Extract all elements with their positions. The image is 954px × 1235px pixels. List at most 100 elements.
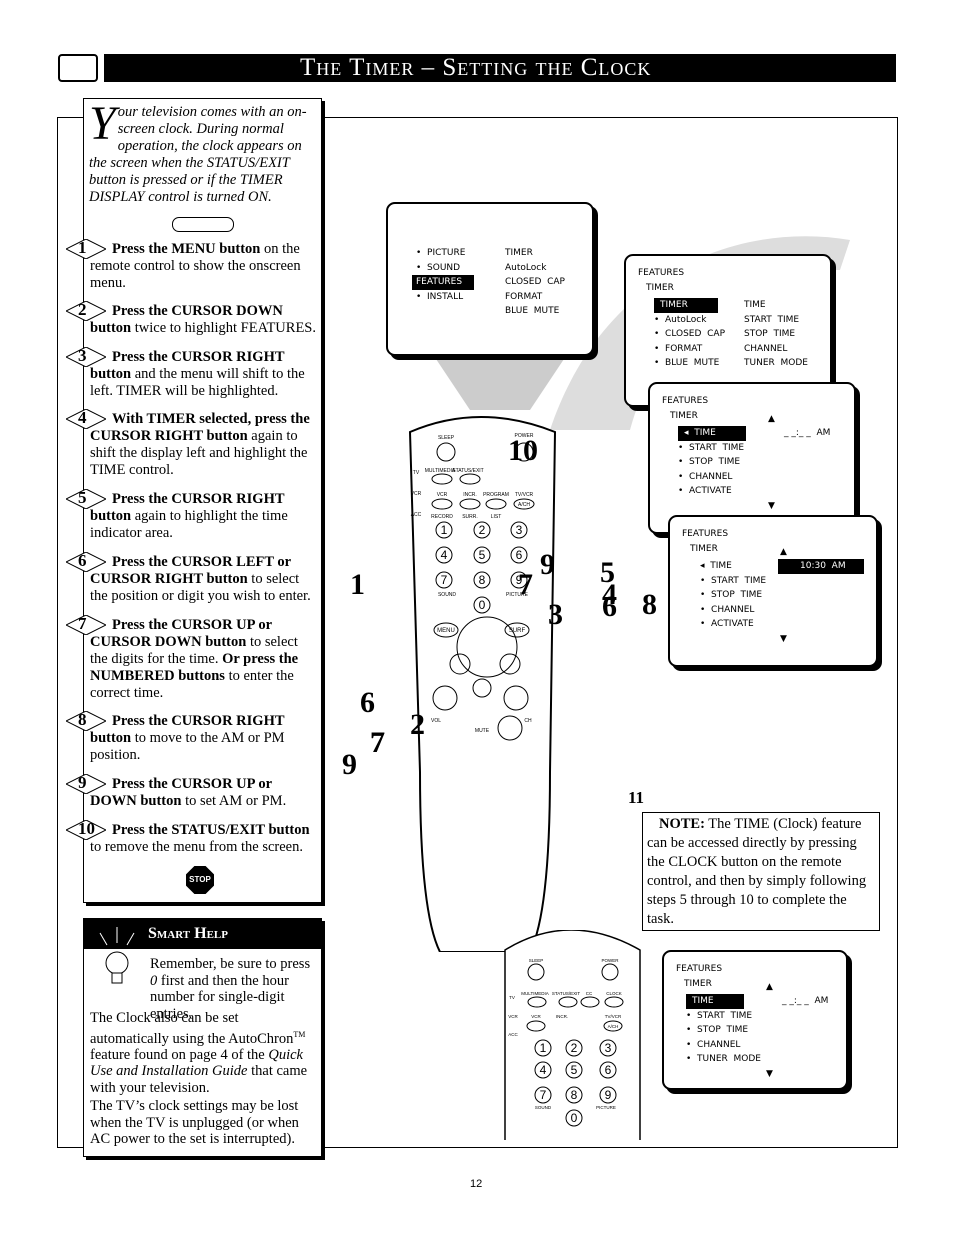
remote-control-illustration: 1 2 34 5 67 8 90 SLEEP POWER MULTIMEDIA STATUS… (408, 416, 557, 952)
inset-label-power: POWER (601, 958, 619, 963)
menu-item: • SOUND (416, 262, 461, 273)
step-callout: 8 (642, 588, 657, 621)
menu-item: • TUNER MODE (686, 1054, 761, 1065)
step-callout: 2 (410, 708, 425, 741)
note-text: NOTE: The TIME (Clock) feature can be ac… (647, 816, 867, 927)
inset-label-vcr: VCR (531, 1014, 541, 1019)
step-number-badge: 4 (66, 409, 106, 431)
scroll-up-icon: ▲ (768, 414, 775, 424)
menu-item: • STOP TIME (686, 1025, 749, 1036)
step-callout: 5 (600, 556, 615, 589)
step-callout: 1 (350, 568, 365, 601)
inset-label-clock: CLOCK (606, 991, 622, 996)
step-callout: 6 (602, 590, 617, 623)
menu-item: CLOSED CAP (505, 277, 565, 288)
step-number-badge: 10 (66, 820, 106, 842)
step-number-badge: 7 (66, 615, 106, 637)
label-multimedia: MULTIMEDIA (425, 468, 456, 474)
menu-item: TIMER (505, 248, 533, 258)
inset-label-vcr-mode: VCR (508, 1014, 518, 1019)
label-mute: MUTE (475, 728, 490, 734)
status-button-icon (172, 217, 234, 232)
digit-button-label: 4 (441, 548, 448, 562)
digit-button-label: 3 (605, 1041, 612, 1055)
menu-item: TIME (686, 994, 744, 1009)
label-surr: SURR. (462, 514, 478, 520)
scroll-down-icon: ▼ (780, 634, 787, 644)
smart-help-title: Smart Help (148, 925, 228, 942)
digit-button-label: 5 (479, 548, 486, 562)
page-title: The Timer – Setting the Clock (104, 54, 896, 82)
menu-item: • START TIME (686, 1010, 753, 1021)
menu-item: BLUE MUTE (505, 306, 560, 317)
tv-icon (58, 54, 98, 82)
menu-item: • START TIME (678, 442, 745, 453)
step-number-badge: 5 (66, 489, 106, 511)
menu-screen-clock-direct: FEATURES TIMER TIME • START TIME • STOP TIME… (662, 950, 848, 1090)
inset-label-cc: CC (586, 991, 593, 996)
menu-item: TIMER (670, 411, 698, 421)
menu-item: • AutoLock (654, 314, 707, 325)
inset-label-multimedia: MULTIMEDIA (521, 991, 548, 996)
menu-item: STOP TIME (744, 329, 796, 340)
inset-label-tv: TV (509, 995, 515, 1000)
step-2: 2 Press the CURSOR DOWN button twice to h… (66, 301, 316, 337)
inset-label-status-exit: STATUS/EXIT (552, 991, 581, 996)
menu-item: FEATURES (676, 964, 723, 974)
digit-button-label: 1 (540, 1041, 547, 1055)
menu-item: • STOP TIME (700, 590, 763, 601)
digit-button-label: 4 (540, 1063, 547, 1077)
label-sleep: SLEEP (438, 435, 455, 441)
menu-item: • ACTIVATE (678, 486, 732, 497)
step-callout: 10 (508, 434, 538, 467)
label-program: PROGRAM (483, 492, 509, 498)
menu-item: START TIME (744, 314, 800, 325)
step-10: 10 Press the STATUS/EXIT button to remove… (66, 820, 316, 856)
scroll-up-icon: ▲ (766, 982, 773, 992)
digit-button-label: 3 (516, 523, 523, 537)
inset-label-acc: ACC (508, 1032, 518, 1037)
help-paragraph-3: The TV’s clock settings may be lost when… (90, 1098, 299, 1147)
label-vcr: VCR (437, 492, 448, 498)
step-number-badge: 6 (66, 552, 106, 574)
digit-button-label: 5 (571, 1063, 578, 1077)
menu-screen-time-set: FEATURES TIMER ◂ TIME • START TIME • STOP TI… (668, 515, 878, 667)
manual-page: The Timer – Setting the Clock Your telev… (0, 0, 954, 1235)
label-vol: VOL (431, 718, 441, 724)
menu-item: _ _:_ _ AM (784, 428, 831, 438)
inset-label-tv-vcr: TV/VCR (605, 1014, 622, 1019)
step-callout: 3 (548, 598, 563, 631)
digit-button-label: 8 (571, 1088, 578, 1102)
label-surf: SURF (509, 628, 526, 634)
scroll-down-icon: ▼ (766, 1069, 773, 1079)
menu-item: • ACTIVATE (700, 619, 754, 630)
page-number: 12 (470, 1178, 483, 1190)
label-ch: CH (524, 718, 532, 724)
menu-item: FORMAT (505, 291, 543, 302)
digit-button-label: 7 (540, 1088, 547, 1102)
step-number-badge: 8 (66, 711, 106, 733)
menu-item: • INSTALL (416, 291, 464, 302)
digit-button-label: 9 (605, 1088, 612, 1102)
label-sound: SOUND (438, 592, 456, 598)
menu-item: _ _:_ _ AM (782, 996, 829, 1006)
label-menu: MENU (437, 628, 455, 634)
digit-button-label: 6 (605, 1063, 612, 1077)
step-number-badge: 9 (66, 774, 106, 796)
lightbulb-icon (99, 927, 135, 984)
menu-screen-main: • PICTURE • SOUND FEATURES • INSTALL TIMER Au… (386, 202, 594, 356)
label-a-ch: A/CH (518, 502, 530, 508)
scroll-up-icon: ▲ (780, 547, 787, 557)
digit-button-label: 8 (479, 573, 486, 587)
menu-item: TUNER MODE (744, 358, 808, 369)
label-tv-vcr: TV/VCR (515, 492, 534, 498)
drop-cap: Y (89, 97, 116, 150)
step-5: 5 Press the CURSOR RIGHT button again to … (66, 489, 316, 542)
menu-item: FEATURES (412, 275, 475, 290)
step-6: 6 Press the CURSOR LEFT or CURSOR RIGHT b… (66, 552, 316, 605)
menu-item: • CHANNEL (686, 1039, 741, 1050)
scroll-down-icon: ▼ (768, 501, 775, 511)
inset-label-incr: INCR. (556, 1014, 568, 1019)
menu-item: FEATURES (638, 268, 685, 278)
menu-item: TIMER (654, 298, 718, 313)
